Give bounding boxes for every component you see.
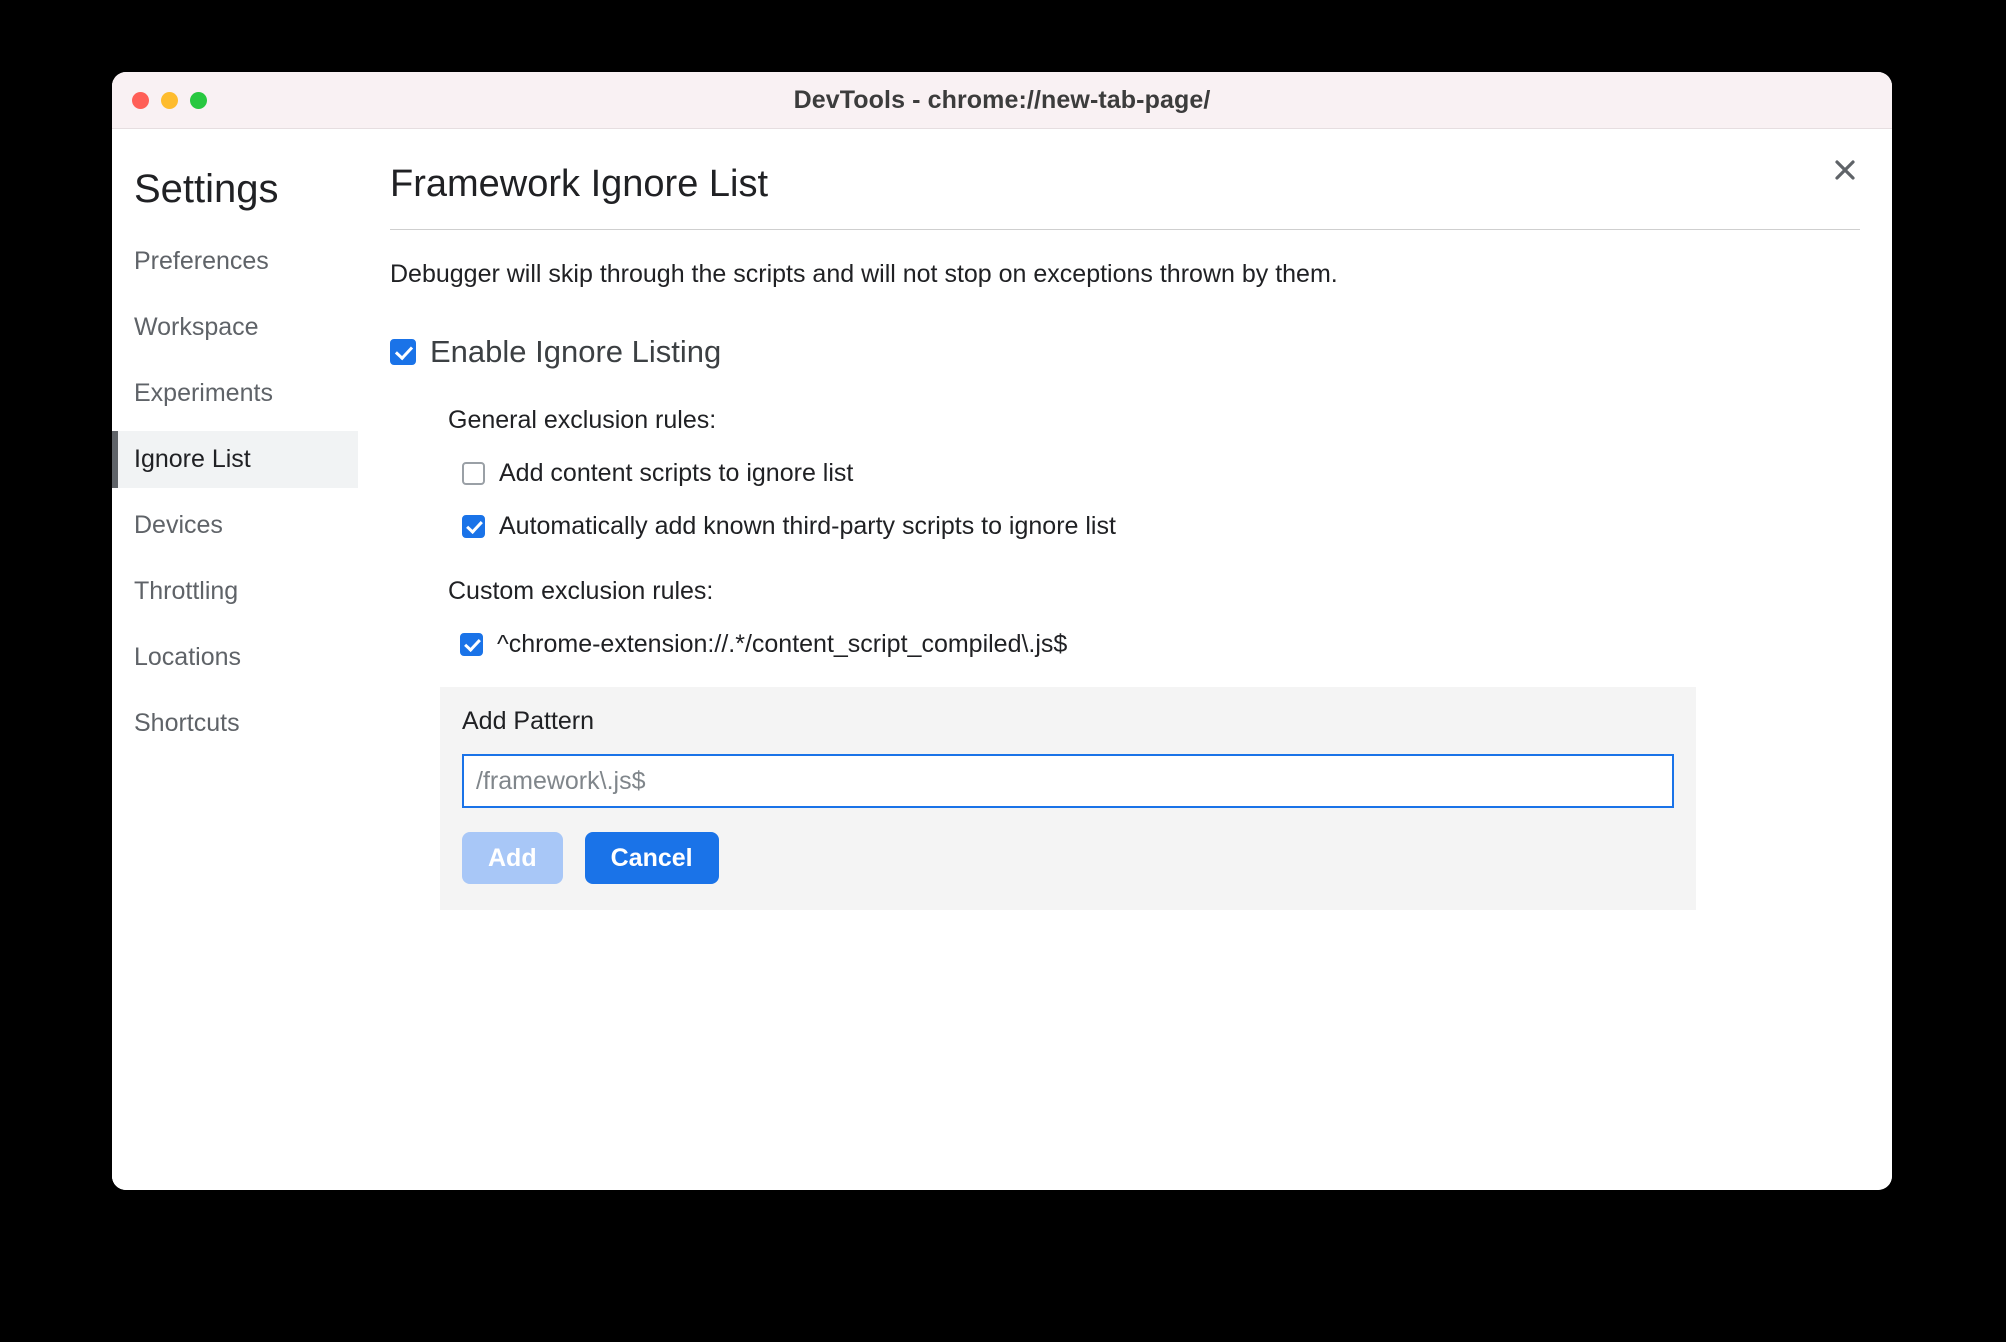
maximize-window-button[interactable] <box>190 91 207 109</box>
ignore-list-options: General exclusion rules: Add content scr… <box>358 406 1892 911</box>
general-exclusion-rules-label: General exclusion rules: <box>448 406 717 435</box>
sidebar-item-preferences[interactable]: Preferences <box>112 233 358 290</box>
sidebar-item-experiments[interactable]: Experiments <box>112 365 358 422</box>
page-title: Settings <box>134 167 279 211</box>
traffic-lights <box>132 72 207 128</box>
minimize-window-button[interactable] <box>161 91 178 109</box>
settings-content: Framework Ignore List Debugger will skip… <box>358 129 1892 1190</box>
sidebar-item-label: Preferences <box>134 247 269 275</box>
custom-exclusion-rules-label: Custom exclusion rules: <box>448 577 714 606</box>
sidebar-item-workspace[interactable]: Workspace <box>112 299 358 356</box>
enable-ignore-listing-row[interactable]: Enable Ignore Listing <box>358 290 1892 370</box>
add-content-scripts-checkbox[interactable] <box>462 462 485 486</box>
add-pattern-buttons: Add Cancel <box>462 832 1674 885</box>
window-title: DevTools - chrome://new-tab-page/ <box>793 85 1211 114</box>
add-content-scripts-label: Add content scripts to ignore list <box>499 459 854 488</box>
devtools-window: DevTools - chrome://new-tab-page/ Settin… <box>112 72 1892 1190</box>
sidebar-item-devices[interactable]: Devices <box>112 497 358 554</box>
add-pattern-panel: Add Pattern Add Cancel <box>440 687 1696 911</box>
auto-add-third-party-label: Automatically add known third-party scri… <box>499 512 1116 541</box>
sidebar-item-label: Shortcuts <box>134 709 240 737</box>
panel-title: Framework Ignore List <box>390 163 769 205</box>
auto-add-third-party-checkbox[interactable] <box>462 515 485 539</box>
window-titlebar: DevTools - chrome://new-tab-page/ <box>112 72 1892 129</box>
sidebar-item-label: Workspace <box>134 313 259 341</box>
enable-ignore-listing-label: Enable Ignore Listing <box>430 334 722 370</box>
sidebar-item-label: Throttling <box>134 577 239 605</box>
panel-description: Debugger will skip through the scripts a… <box>390 259 1338 288</box>
custom-rule-pattern: ^chrome-extension://.*/content_script_co… <box>497 630 1068 659</box>
sidebar-item-throttling[interactable]: Throttling <box>112 563 358 620</box>
pattern-input[interactable] <box>462 754 1674 809</box>
add-pattern-title: Add Pattern <box>462 707 595 736</box>
auto-add-third-party-row[interactable]: Automatically add known third-party scri… <box>448 512 1860 541</box>
sidebar-item-label: Experiments <box>134 379 273 407</box>
sidebar-item-label: Locations <box>134 643 242 671</box>
sidebar-item-shortcuts[interactable]: Shortcuts <box>112 695 358 752</box>
settings-sidebar: Settings Preferences Workspace Experimen… <box>112 129 358 1190</box>
add-content-scripts-row[interactable]: Add content scripts to ignore list <box>448 459 1860 488</box>
add-button[interactable]: Add <box>462 832 563 885</box>
enable-ignore-listing-checkbox[interactable] <box>390 339 416 366</box>
sidebar-item-label: Ignore List <box>134 445 251 473</box>
sidebar-item-ignore-list[interactable]: Ignore List <box>112 431 358 488</box>
cancel-button[interactable]: Cancel <box>584 832 719 885</box>
devtools-body: Settings Preferences Workspace Experimen… <box>112 129 1892 1190</box>
custom-rule-row[interactable]: ^chrome-extension://.*/content_script_co… <box>448 630 1860 659</box>
custom-rule-checkbox[interactable] <box>460 633 483 657</box>
sidebar-item-locations[interactable]: Locations <box>112 629 358 686</box>
close-icon[interactable] <box>1828 153 1862 187</box>
sidebar-item-label: Devices <box>134 511 223 539</box>
close-window-button[interactable] <box>132 91 149 109</box>
